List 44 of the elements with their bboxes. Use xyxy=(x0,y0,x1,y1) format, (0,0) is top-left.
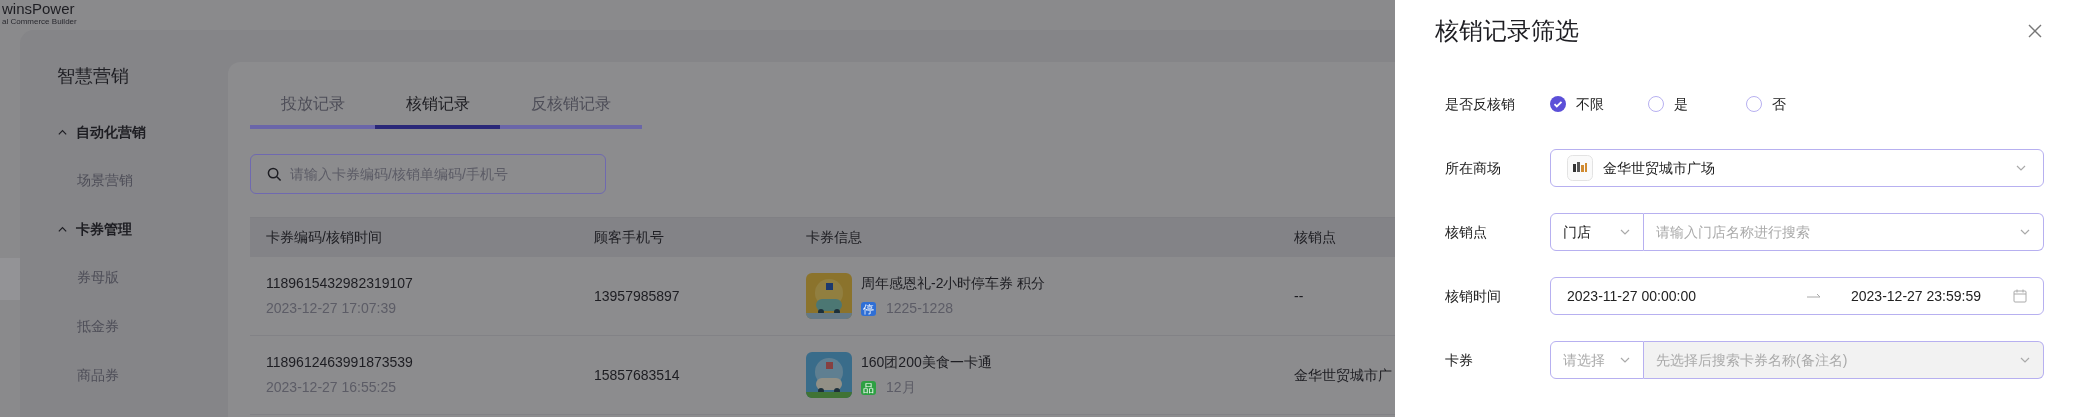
search-icon xyxy=(267,166,282,182)
mall-logo-icon xyxy=(1567,155,1593,181)
column-header: 顾客手机号 xyxy=(594,228,665,247)
mall-select[interactable]: 金华世贸城市广场 xyxy=(1550,149,2044,187)
sidebar-group[interactable]: 卡券管理 xyxy=(57,205,228,253)
tab[interactable]: 投放记录 xyxy=(250,82,375,129)
card-title: 周年感恩礼-2小时停车券 积分 xyxy=(861,274,1046,293)
calendar-icon xyxy=(2013,289,2027,303)
date-range-picker[interactable]: 2023-11-27 00:00:00 2023-12-27 23:59:59 xyxy=(1550,277,2044,315)
card-title: 160团200美食一卡通 xyxy=(861,353,992,372)
column-header: 卡券信息 xyxy=(806,228,863,247)
type-select[interactable]: 请选择 xyxy=(1550,341,1644,379)
card-tag: 品 xyxy=(861,380,876,395)
table-cell-text: -- xyxy=(1294,286,1305,306)
column-header: 核销点 xyxy=(1294,228,1337,247)
sidebar-title: 智慧营销 xyxy=(57,65,130,88)
radio-option[interactable]: 是 xyxy=(1648,93,1746,115)
tab[interactable]: 核销记录 xyxy=(375,82,500,129)
type-select[interactable]: 门店 xyxy=(1550,213,1644,251)
radio-icon xyxy=(1648,96,1664,112)
field-label: 核销点 xyxy=(1445,222,1488,242)
table-cell-text: 1189612463991873539 xyxy=(266,353,414,372)
radio-checked-icon xyxy=(1550,96,1566,112)
column-header: 卡券编码/核销时间 xyxy=(266,228,383,247)
tab[interactable]: 反核销记录 xyxy=(500,82,642,129)
logo-name: winsPower xyxy=(1,0,76,17)
close-icon[interactable] xyxy=(2028,24,2042,38)
drawer-title: 核销记录筛选 xyxy=(1435,16,1579,46)
arrow-right-icon xyxy=(1807,293,1821,299)
table-cell-text: 金华世贸城市广 xyxy=(1294,365,1393,385)
field-label: 卡券 xyxy=(1445,350,1474,370)
table-cell-text: 13957985897 xyxy=(594,286,681,306)
table-cell-text: 15857683514 xyxy=(594,365,681,385)
radio-icon xyxy=(1746,96,1762,112)
search-select[interactable]: 请输入门店名称进行搜索 xyxy=(1644,213,2044,251)
table-cell-text: 1189615432982319107 xyxy=(266,274,414,293)
radio-option[interactable]: 不限 xyxy=(1550,93,1648,115)
radio-option[interactable]: 否 xyxy=(1746,93,1844,115)
field-label: 核销时间 xyxy=(1445,286,1502,306)
field-label: 所在商场 xyxy=(1445,158,1502,178)
card-tag: 停 xyxy=(861,301,876,316)
logo-tagline: al Commerce Builder xyxy=(1,17,78,27)
field-label: 是否反核销 xyxy=(1445,94,1516,114)
sidebar-group[interactable]: 自动化营销 xyxy=(57,108,228,156)
